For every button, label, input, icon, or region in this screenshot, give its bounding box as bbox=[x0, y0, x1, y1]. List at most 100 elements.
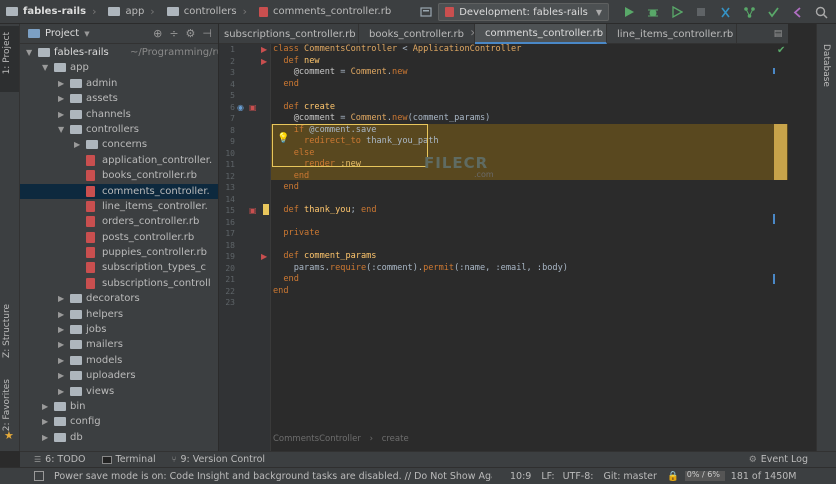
tab-comments-controller[interactable]: comments_controller.rb ✕ bbox=[475, 24, 607, 44]
tree-folder-row[interactable]: ▶ helpers bbox=[20, 307, 218, 322]
line-separator[interactable]: LF: bbox=[541, 471, 554, 482]
tree-file-row[interactable]: application_controller. bbox=[20, 153, 218, 168]
collapse-all-icon[interactable]: ÷ bbox=[169, 27, 178, 40]
tree-file-row[interactable]: subscriptions_controll bbox=[20, 276, 218, 291]
code-line[interactable]: end bbox=[273, 286, 289, 298]
terminal-tool-button[interactable]: Terminal bbox=[101, 454, 156, 465]
breadcrumb-controllers[interactable]: controllers › bbox=[161, 0, 253, 24]
code-line[interactable]: @comment = Comment.new(comment_params) bbox=[273, 113, 491, 125]
chevron-right-icon[interactable]: ▶ bbox=[58, 307, 67, 322]
code-line[interactable]: class CommentsController < ApplicationCo… bbox=[273, 44, 521, 56]
code-line[interactable]: end bbox=[273, 274, 299, 286]
code-line[interactable]: end bbox=[273, 182, 299, 194]
version-control-tool-button[interactable]: ⑂ 9: Version Control bbox=[172, 454, 265, 465]
implemented-icon[interactable]: ▶ bbox=[261, 252, 267, 261]
chevron-right-icon[interactable]: ▶ bbox=[58, 107, 67, 122]
undo-icon[interactable] bbox=[790, 5, 804, 19]
chevron-right-icon[interactable]: ▶ bbox=[58, 368, 67, 383]
coverage-icon[interactable] bbox=[670, 5, 684, 19]
lock-icon[interactable]: 🔒 bbox=[667, 471, 679, 482]
structure-tool-button[interactable]: Z: Structure bbox=[0, 304, 19, 370]
chevron-down-icon[interactable]: ▼ bbox=[42, 60, 51, 75]
caret-position[interactable]: 10:9 bbox=[510, 471, 531, 482]
tree-folder-row[interactable]: ▼ fables-rails ~/Programming/ruby bbox=[20, 45, 218, 60]
chevron-right-icon[interactable]: ▶ bbox=[74, 137, 83, 152]
intention-bulb-icon[interactable]: 💡 bbox=[277, 133, 289, 144]
tree-folder-row[interactable]: ▼ app bbox=[20, 60, 218, 75]
favorites-tool-button[interactable]: 2: Favorites ★ bbox=[0, 379, 19, 449]
tree-folder-row[interactable]: ▶ models bbox=[20, 353, 218, 368]
tree-folder-row[interactable]: ▶ db bbox=[20, 430, 218, 445]
status-message[interactable]: Power save mode is on: Code Insight and … bbox=[54, 471, 492, 482]
implemented-icon[interactable]: ▶ bbox=[261, 57, 267, 66]
stop-icon[interactable] bbox=[694, 5, 708, 19]
tree-file-row[interactable]: subscription_types_c bbox=[20, 260, 218, 275]
build-icon[interactable] bbox=[419, 5, 433, 19]
chevron-right-icon[interactable]: ▶ bbox=[58, 384, 67, 399]
tree-folder-row[interactable]: ▶ concerns bbox=[20, 137, 218, 152]
tree-folder-row[interactable]: ▶ views bbox=[20, 384, 218, 399]
route-icon[interactable]: ◉ bbox=[237, 103, 244, 112]
hide-panel-icon[interactable]: ⊣ bbox=[202, 27, 212, 40]
tree-folder-row[interactable]: ▶ config bbox=[20, 414, 218, 429]
code-line[interactable]: end bbox=[273, 79, 299, 91]
run-icon[interactable] bbox=[622, 5, 636, 19]
chevron-right-icon[interactable]: ▶ bbox=[42, 414, 51, 429]
file-encoding[interactable]: UTF-8: bbox=[563, 471, 594, 482]
tree-file-row[interactable]: books_controller.rb bbox=[20, 168, 218, 183]
search-icon[interactable] bbox=[814, 5, 828, 19]
chevron-right-icon[interactable]: ▶ bbox=[58, 353, 67, 368]
vcs-update-icon[interactable] bbox=[718, 5, 732, 19]
code-line[interactable]: def new bbox=[273, 56, 319, 68]
code-line[interactable]: end bbox=[273, 171, 310, 183]
rails-gutter-icon[interactable]: ▣ bbox=[249, 103, 257, 112]
tree-file-row[interactable]: comments_controller. bbox=[20, 183, 218, 199]
tree-file-row[interactable]: puppies_controller.rb bbox=[20, 245, 218, 260]
editor-breadcrumb-class[interactable]: CommentsController bbox=[273, 434, 361, 444]
bookmark-marker[interactable] bbox=[263, 204, 269, 215]
project-tool-button[interactable]: 1: Project bbox=[0, 26, 19, 92]
chevron-right-icon[interactable]: ▶ bbox=[58, 337, 67, 352]
chevron-right-icon[interactable]: ▶ bbox=[58, 322, 67, 337]
code-line[interactable]: private bbox=[273, 228, 319, 240]
event-log-button[interactable]: ⚙ Event Log bbox=[749, 454, 808, 465]
git-branch[interactable]: Git: master bbox=[603, 471, 656, 482]
todo-tool-button[interactable]: ☰ 6: TODO bbox=[34, 454, 86, 465]
inspection-ok-icon[interactable]: ✔ bbox=[777, 45, 785, 56]
tab-subscriptions-controller[interactable]: subscriptions_controller.rb bbox=[219, 24, 359, 44]
tree-file-row[interactable]: orders_controller.rb bbox=[20, 214, 218, 229]
chevron-down-icon[interactable]: ▼ bbox=[84, 30, 89, 38]
code-line[interactable]: def comment_params bbox=[273, 251, 376, 263]
tree-file-row[interactable]: line_items_controller. bbox=[20, 199, 218, 214]
memory-indicator[interactable]: 181 of 1450M bbox=[731, 471, 797, 482]
code-line[interactable]: def create bbox=[273, 102, 335, 114]
gear-icon[interactable]: ⚙ bbox=[186, 27, 196, 40]
tree-folder-row[interactable]: ▶ admin bbox=[20, 76, 218, 91]
chevron-right-icon[interactable]: ▶ bbox=[58, 291, 67, 306]
tree-folder-row[interactable]: ▶ channels bbox=[20, 107, 218, 122]
tree-folder-row[interactable]: ▼ controllers bbox=[20, 122, 218, 137]
tab-books-controller[interactable]: books_controller.rb ✕ bbox=[359, 24, 475, 44]
project-panel-title[interactable]: Project bbox=[45, 28, 79, 39]
chevron-right-icon[interactable]: ▶ bbox=[58, 91, 67, 106]
code-editor[interactable]: 1 2 3 4 5 6 7 8 9 10 11 12 13 14 15 16 17 18 19 20 21 22 23 ▶ ▶ ◉… bbox=[219, 44, 788, 451]
tree-file-row[interactable]: posts_controller.rb bbox=[20, 230, 218, 245]
tree-folder-row[interactable]: ▶ decorators bbox=[20, 291, 218, 306]
tree-folder-row[interactable]: ▶ assets bbox=[20, 91, 218, 106]
tree-folder-row[interactable]: ▶ jobs bbox=[20, 322, 218, 337]
code-line[interactable]: def thank_you; end bbox=[273, 205, 376, 217]
power-save-icon[interactable] bbox=[34, 471, 44, 481]
tree-folder-row[interactable]: ▶ bin bbox=[20, 399, 218, 414]
breadcrumb-project[interactable]: fables-rails › bbox=[0, 0, 102, 24]
database-tool-button[interactable]: Database bbox=[817, 24, 836, 94]
globe-icon[interactable]: ⊕ bbox=[153, 27, 162, 40]
run-configuration-select[interactable]: Development: fables-rails ▼ bbox=[438, 3, 609, 21]
breadcrumb-file[interactable]: comments_controller.rb bbox=[253, 0, 397, 24]
chevron-right-icon[interactable]: ▶ bbox=[42, 430, 51, 445]
tree-folder-row[interactable]: ▶ uploaders bbox=[20, 368, 218, 383]
breadcrumb-app[interactable]: app › bbox=[102, 0, 160, 24]
tab-line-items-controller[interactable]: line_items_controller.rb ✕ bbox=[607, 24, 737, 44]
code-line[interactable]: @comment = Comment.new bbox=[273, 67, 408, 79]
debug-icon[interactable] bbox=[646, 5, 660, 19]
chevron-right-icon[interactable]: ▶ bbox=[42, 399, 51, 414]
